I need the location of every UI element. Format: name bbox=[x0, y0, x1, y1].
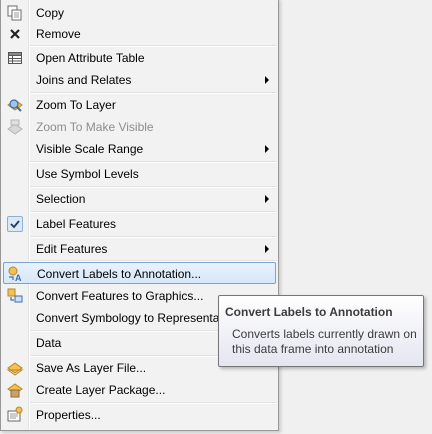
menu-item-properties[interactable]: Properties... bbox=[3, 404, 276, 426]
tooltip-body: Converts labels currently drawn on this … bbox=[232, 327, 417, 356]
layer-file-icon bbox=[6, 359, 24, 377]
menu-item-open-attribute-table[interactable]: Open Attribute Table bbox=[3, 47, 276, 69]
convert-features-icon bbox=[6, 287, 24, 305]
checkbox bbox=[6, 215, 24, 233]
properties-icon bbox=[6, 406, 24, 424]
menu-item-label: Joins and Relates bbox=[36, 73, 132, 87]
submenu-arrow-icon bbox=[265, 76, 269, 84]
menu-item-label: Convert Symbology to Representation... bbox=[36, 311, 249, 325]
menu-item-remove[interactable]: Remove bbox=[3, 23, 276, 45]
attribute-table-icon bbox=[6, 49, 24, 67]
convert-labels-icon: A bbox=[7, 265, 25, 283]
menu-item-label: Convert Labels to Annotation... bbox=[37, 267, 202, 281]
menu-item-label: Visible Scale Range bbox=[36, 142, 144, 156]
remove-icon bbox=[6, 25, 24, 43]
menu-item-edit-features[interactable]: Edit Features bbox=[3, 238, 276, 260]
checkmark-icon bbox=[7, 216, 23, 232]
menu-item-label: Save As Layer File... bbox=[36, 361, 147, 375]
menu-item-zoom-to-layer[interactable]: Zoom To Layer bbox=[3, 94, 276, 116]
menu-item-label: Data bbox=[36, 336, 62, 350]
menu-item-label: Convert Features to Graphics... bbox=[36, 289, 204, 303]
menu-item-label: Use Symbol Levels bbox=[36, 167, 139, 181]
menu-item-label: Selection bbox=[36, 192, 86, 206]
menu-item-label: Remove bbox=[36, 27, 81, 41]
copy-icon bbox=[6, 4, 24, 22]
tooltip-title: Convert Labels to Annotation bbox=[225, 305, 393, 319]
menu-item-label: Label Features bbox=[36, 217, 117, 231]
menu-item-label: Create Layer Package... bbox=[36, 383, 166, 397]
menu-item-label: Copy bbox=[36, 6, 65, 20]
submenu-arrow-icon bbox=[265, 145, 269, 153]
menu-item-convert-labels-to-annotation[interactable]: A Convert Labels to Annotation... bbox=[3, 262, 276, 284]
menu-item-label-features[interactable]: Label Features bbox=[3, 213, 276, 235]
svg-text:A: A bbox=[15, 273, 22, 283]
menu-item-joins-and-relates[interactable]: Joins and Relates bbox=[3, 69, 276, 91]
menu-item-selection[interactable]: Selection bbox=[3, 188, 276, 210]
menu-item-zoom-to-make-visible[interactable]: Zoom To Make Visible bbox=[3, 116, 276, 138]
layer-package-icon bbox=[6, 381, 24, 399]
zoom-to-layer-icon bbox=[6, 96, 24, 114]
menu-item-label: Edit Features bbox=[36, 242, 108, 256]
submenu-arrow-icon bbox=[265, 195, 269, 203]
menu-item-label: Zoom To Make Visible bbox=[36, 120, 154, 134]
zoom-visible-icon bbox=[6, 118, 24, 136]
menu-item-create-layer-package[interactable]: Create Layer Package... bbox=[3, 379, 276, 401]
menu-item-copy[interactable]: Copy bbox=[3, 2, 276, 24]
menu-item-visible-scale-range[interactable]: Visible Scale Range bbox=[3, 138, 276, 160]
menu-item-label: Properties... bbox=[36, 408, 101, 422]
menu-item-label: Open Attribute Table bbox=[36, 51, 145, 65]
tooltip: Convert Labels to Annotation Converts la… bbox=[218, 295, 424, 367]
menu-item-use-symbol-levels[interactable]: Use Symbol Levels bbox=[3, 163, 276, 185]
submenu-arrow-icon bbox=[265, 245, 269, 253]
menu-item-label: Zoom To Layer bbox=[36, 98, 116, 112]
